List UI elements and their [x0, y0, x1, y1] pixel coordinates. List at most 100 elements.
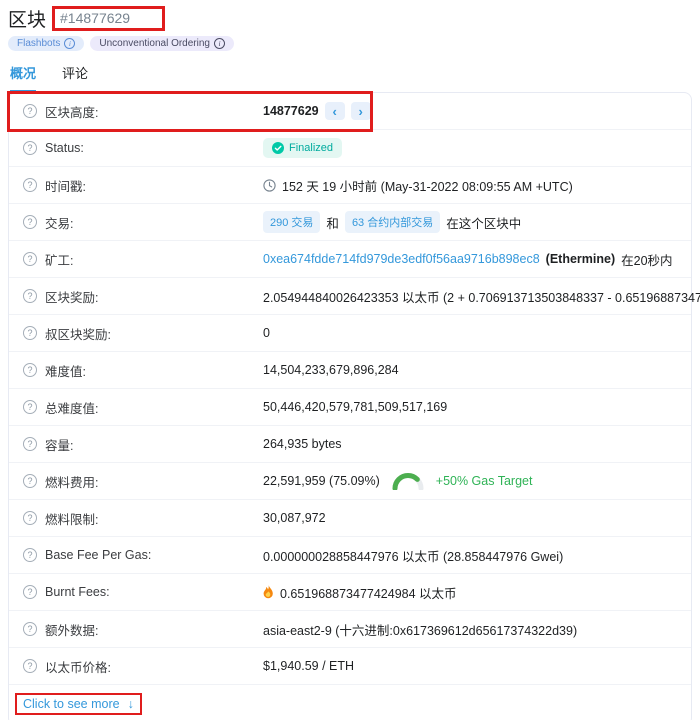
help-icon[interactable]: ?	[23, 474, 37, 488]
gas-used-value: 22,591,959 (75.09%)	[263, 474, 380, 488]
row-label: 容量:	[45, 435, 73, 454]
annotation-box-see-more: Click to see more ↓	[15, 693, 142, 715]
base-fee-value: 0.000000028858447976 以太币 (28.858447976 G…	[263, 546, 563, 565]
row-gas-used: ? 燃料费用: 22,591,959 (75.09%) +50% Gas Tar…	[9, 463, 691, 500]
arrow-down-icon: ↓	[128, 697, 134, 711]
row-label: 以太币价格:	[45, 657, 111, 676]
tab-overview-label: 概况	[10, 66, 36, 81]
help-icon[interactable]: ?	[23, 289, 37, 303]
tab-comments[interactable]: 评论	[62, 63, 88, 92]
help-icon[interactable]: ?	[23, 585, 37, 599]
header-badges: Flashbots i Unconventional Ordering i	[8, 36, 692, 51]
miner-suffix: 在20秒内	[621, 250, 672, 269]
block-height-value: 14877629	[263, 104, 319, 118]
difficulty-value: 14,504,233,679,896,284	[263, 363, 399, 377]
gas-target-label: +50% Gas Target	[436, 474, 533, 488]
eth-price-value: $1,940.59 / ETH	[263, 659, 354, 673]
gas-gauge-icon	[392, 473, 424, 490]
transactions-conjunction: 和	[326, 213, 339, 232]
status-badge: Finalized	[263, 138, 342, 158]
help-icon[interactable]: ?	[23, 252, 37, 266]
row-label: 燃料限制:	[45, 509, 98, 528]
help-icon[interactable]: ?	[23, 326, 37, 340]
row-label: 交易:	[45, 213, 73, 232]
transactions-count-badge[interactable]: 290 交易	[263, 211, 320, 233]
row-gas-limit: ? 燃料限制: 30,087,972	[9, 500, 691, 537]
row-total-difficulty: ? 总难度值: 50,446,420,579,781,509,517,169	[9, 389, 691, 426]
clock-icon	[263, 179, 276, 192]
burnt-fees-value: 0.651968873477424984 以太币	[280, 583, 457, 602]
see-more-label: Click to see more	[23, 697, 120, 711]
row-size: ? 容量: 264,935 bytes	[9, 426, 691, 463]
row-timestamp: ? 时间戳: 152 天 19 小时前 (May-31-2022 08:09:5…	[9, 167, 691, 204]
page-header: 区块 #14877629 Flashbots i Unconventional …	[8, 5, 692, 51]
page-title: 区块	[8, 5, 46, 32]
flashbots-badge[interactable]: Flashbots i	[8, 36, 84, 51]
row-extra-data: ? 额外数据: asia-east2-9 (十六进制:0x617369612d6…	[9, 611, 691, 648]
help-icon[interactable]: ?	[23, 437, 37, 451]
row-miner: ? 矿工: 0xea674fdde714fd979de3edf0f56aa971…	[9, 241, 691, 278]
internal-transactions-badge[interactable]: 63 合约内部交易	[345, 211, 440, 233]
row-base-fee: ? Base Fee Per Gas: 0.000000028858447976…	[9, 537, 691, 574]
block-details-page: 区块 #14877629 Flashbots i Unconventional …	[0, 0, 700, 720]
row-label: 时间戳:	[45, 176, 86, 195]
row-burnt-fees: ? Burnt Fees: 0.651968873477424984 以太币	[9, 574, 691, 611]
title-line: 区块 #14877629	[8, 5, 692, 32]
row-label: Burnt Fees:	[45, 585, 110, 599]
help-icon[interactable]: ?	[23, 659, 37, 673]
help-icon[interactable]: ?	[23, 363, 37, 377]
unconventional-ordering-badge[interactable]: Unconventional Ordering i	[90, 36, 234, 51]
row-uncle-reward: ? 叔区块奖励: 0	[9, 315, 691, 352]
row-label: 区块奖励:	[45, 287, 98, 306]
annotation-box-block-number: #14877629	[52, 6, 165, 31]
transactions-suffix: 在这个区块中	[446, 213, 521, 232]
status-badge-label: Finalized	[289, 142, 333, 154]
total-difficulty-value: 50,446,420,579,781,509,517,169	[263, 400, 447, 414]
click-to-see-more-link[interactable]: Click to see more ↓	[23, 697, 134, 711]
row-difficulty: ? 难度值: 14,504,233,679,896,284	[9, 352, 691, 389]
row-label: Status:	[45, 141, 84, 155]
timestamp-value: 152 天 19 小时前 (May-31-2022 08:09:55 AM +U…	[282, 176, 573, 195]
help-icon[interactable]: ?	[23, 141, 37, 155]
help-icon[interactable]: ?	[23, 548, 37, 562]
row-transactions: ? 交易: 290 交易 和 63 合约内部交易 在这个区块中	[9, 204, 691, 241]
card-footer: Click to see more ↓	[9, 685, 691, 720]
check-circle-icon	[272, 142, 284, 154]
row-label: 燃料费用:	[45, 472, 98, 491]
unconventional-ordering-badge-label: Unconventional Ordering	[99, 38, 210, 49]
help-icon[interactable]: ?	[23, 400, 37, 414]
block-reward-value: 2.054944840026423353 以太币 (2 + 0.70691371…	[263, 287, 700, 306]
row-label: 总难度值:	[45, 398, 98, 417]
block-number: #14877629	[60, 10, 130, 26]
help-icon[interactable]: ?	[23, 622, 37, 636]
help-icon[interactable]: ?	[23, 178, 37, 192]
info-icon[interactable]: i	[64, 38, 75, 49]
fire-icon	[263, 585, 274, 599]
row-label: Base Fee Per Gas:	[45, 548, 151, 562]
size-value: 264,935 bytes	[263, 437, 342, 451]
extra-data-value: asia-east2-9 (十六进制:0x617369612d656173743…	[263, 620, 577, 639]
previous-block-button[interactable]: ‹	[325, 102, 345, 120]
tab-comments-label: 评论	[62, 66, 88, 81]
next-block-button[interactable]: ›	[351, 102, 371, 120]
row-label: 额外数据:	[45, 620, 98, 639]
row-eth-price: ? 以太币价格: $1,940.59 / ETH	[9, 648, 691, 685]
miner-address-link[interactable]: 0xea674fdde714fd979de3edf0f56aa9716b898e…	[263, 252, 540, 266]
info-icon[interactable]: i	[214, 38, 225, 49]
row-block-reward: ? 区块奖励: 2.054944840026423353 以太币 (2 + 0.…	[9, 278, 691, 315]
block-overview-card: ? 区块高度: 14877629 ‹ › ? Status: Finalized	[8, 92, 692, 720]
miner-name: (Ethermine)	[546, 252, 615, 266]
row-label: 叔区块奖励:	[45, 324, 111, 343]
tab-overview[interactable]: 概况	[10, 63, 36, 92]
row-label: 难度值:	[45, 361, 86, 380]
flashbots-badge-label: Flashbots	[17, 38, 60, 49]
row-status: ? Status: Finalized	[9, 130, 691, 167]
row-label: 矿工:	[45, 250, 73, 269]
help-icon[interactable]: ?	[23, 215, 37, 229]
row-label: 区块高度:	[45, 102, 98, 121]
uncle-reward-value: 0	[263, 326, 270, 340]
help-icon[interactable]: ?	[23, 104, 37, 118]
help-icon[interactable]: ?	[23, 511, 37, 525]
tab-bar: 概况 评论	[8, 51, 692, 92]
row-block-height: ? 区块高度: 14877629 ‹ ›	[9, 93, 691, 130]
